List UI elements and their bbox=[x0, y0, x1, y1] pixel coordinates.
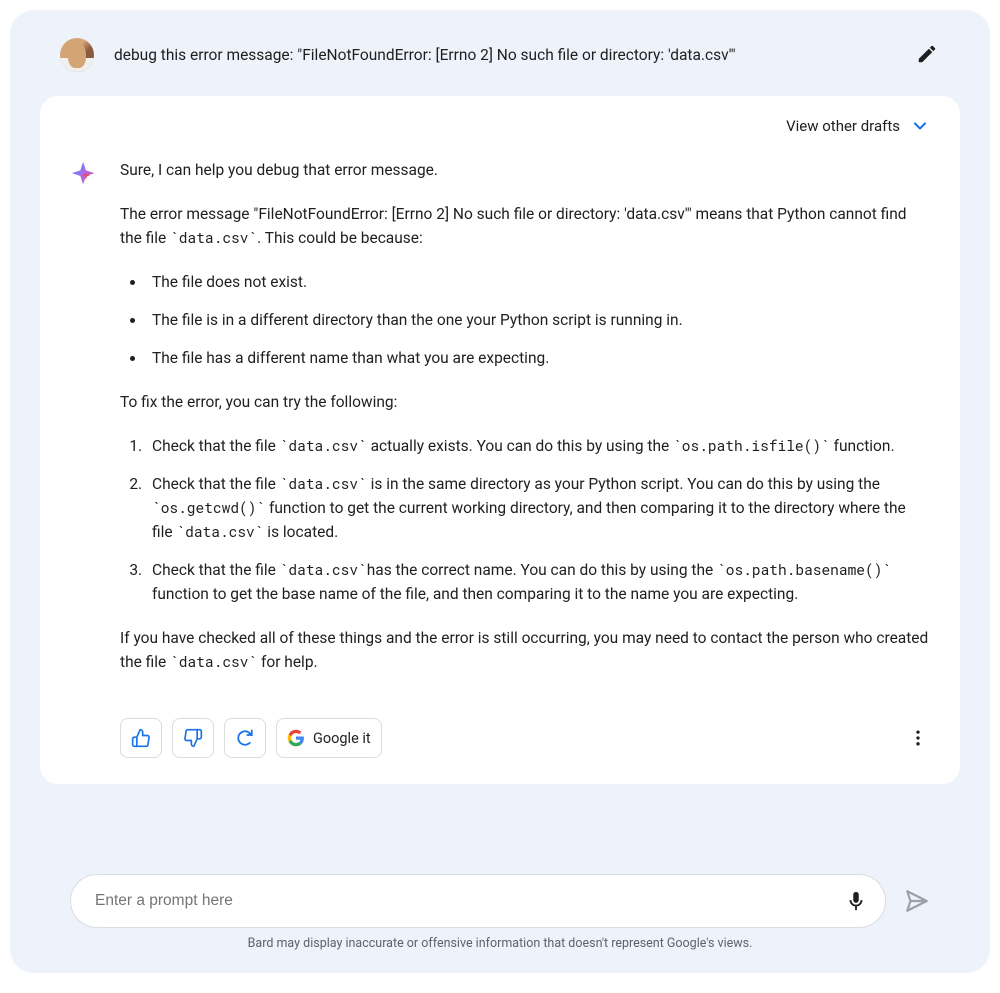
response-content: Sure, I can help you debug that error me… bbox=[120, 158, 930, 694]
response-explain: The error message "FileNotFoundError: [E… bbox=[120, 202, 930, 250]
response-closing: If you have checked all of these things … bbox=[120, 626, 930, 674]
input-area: Bard may display inaccurate or offensive… bbox=[70, 874, 930, 951]
chevron-down-icon bbox=[910, 116, 930, 136]
view-drafts-label: View other drafts bbox=[786, 117, 900, 135]
edit-icon[interactable] bbox=[916, 43, 940, 67]
google-g-icon bbox=[287, 729, 305, 747]
cause-item: The file does not exist. bbox=[146, 270, 930, 294]
more-options-button[interactable] bbox=[906, 726, 930, 750]
user-avatar bbox=[60, 38, 94, 72]
fix-intro: To fix the error, you can try the follow… bbox=[120, 390, 930, 414]
prompt-box[interactable] bbox=[70, 874, 886, 928]
fix-item: Check that the file `data.csv` actually … bbox=[146, 434, 930, 458]
mic-icon[interactable] bbox=[845, 890, 867, 912]
prompt-row bbox=[70, 874, 930, 928]
action-bar: Google it bbox=[120, 718, 930, 758]
fixes-list: Check that the file `data.csv` actually … bbox=[120, 434, 930, 606]
thumbs-up-button[interactable] bbox=[120, 718, 162, 758]
google-it-label: Google it bbox=[313, 730, 371, 747]
user-prompt-row: debug this error message: "FileNotFoundE… bbox=[40, 38, 960, 96]
thumbs-down-button[interactable] bbox=[172, 718, 214, 758]
view-drafts-button[interactable]: View other drafts bbox=[70, 116, 930, 136]
prompt-input[interactable] bbox=[95, 892, 845, 910]
response-card: View other drafts Sure, I can help you d… bbox=[40, 96, 960, 784]
causes-list: The file does not exist. The file is in … bbox=[120, 270, 930, 370]
fix-item: Check that the file `data.csv`has the co… bbox=[146, 558, 930, 606]
bard-spark-icon bbox=[70, 160, 100, 190]
disclaimer-text: Bard may display inaccurate or offensive… bbox=[70, 936, 930, 951]
regenerate-button[interactable] bbox=[224, 718, 266, 758]
response-intro: Sure, I can help you debug that error me… bbox=[120, 158, 930, 182]
send-icon[interactable] bbox=[904, 888, 930, 914]
google-it-button[interactable]: Google it bbox=[276, 718, 382, 758]
cause-item: The file is in a different directory tha… bbox=[146, 308, 930, 332]
fix-item: Check that the file `data.csv` is in the… bbox=[146, 472, 930, 544]
user-prompt-text: debug this error message: "FileNotFoundE… bbox=[114, 46, 896, 64]
cause-item: The file has a different name than what … bbox=[146, 346, 930, 370]
app-container: debug this error message: "FileNotFoundE… bbox=[10, 10, 990, 973]
response-body: Sure, I can help you debug that error me… bbox=[70, 158, 930, 694]
